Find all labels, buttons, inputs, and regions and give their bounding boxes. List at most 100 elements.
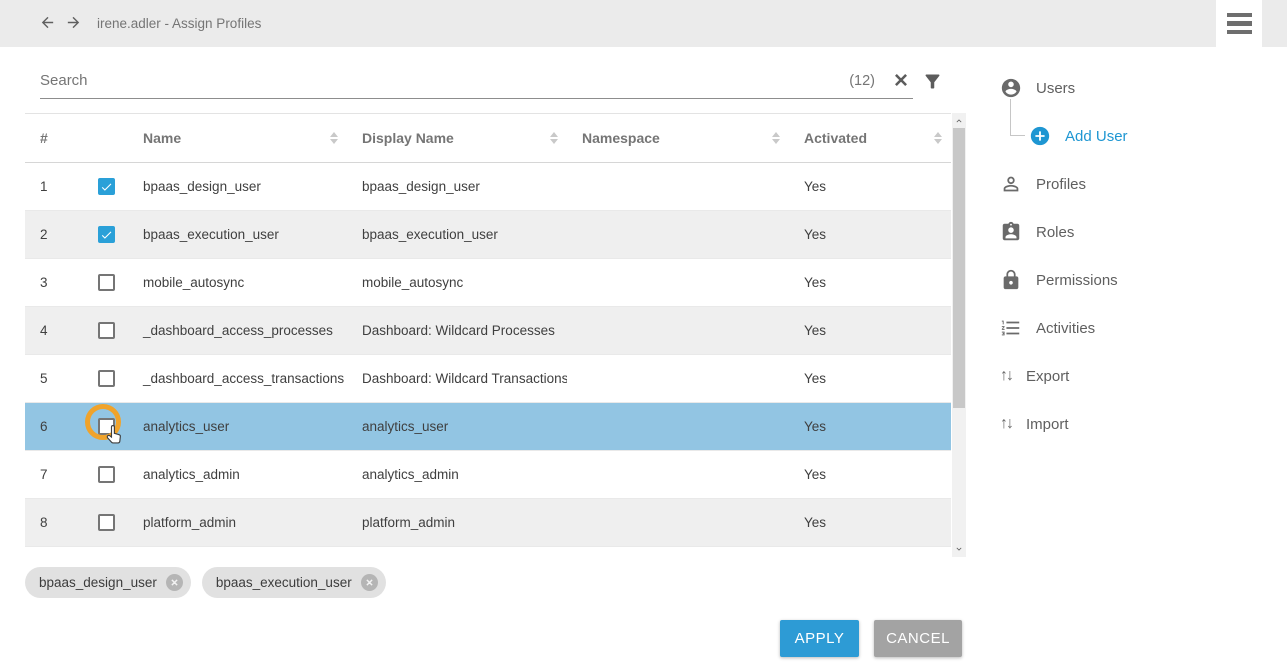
topbar: irene.adler - Assign Profiles [0, 0, 1287, 47]
selected-profile-chip: bpaas_design_user [25, 567, 191, 598]
hamburger-icon [1227, 13, 1252, 18]
cell-name: platform_admin [128, 515, 347, 530]
table-row[interactable]: 7analytics_adminanalytics_adminYes [25, 451, 951, 499]
sidebar-item-add-user[interactable]: Add User [1000, 112, 1270, 160]
table-row[interactable]: 3mobile_autosyncmobile_autosyncYes [25, 259, 951, 307]
cell-activated: Yes [789, 323, 951, 338]
table-row[interactable]: 6analytics_useranalytics_userYes [25, 403, 951, 451]
scroll-up-icon[interactable] [952, 114, 966, 128]
row-checkbox[interactable] [98, 274, 115, 291]
sidebar-item-label: Permissions [1036, 272, 1118, 289]
cell-display-name: mobile_autosync [347, 275, 567, 290]
checkbox-cell [83, 259, 128, 306]
cell-display-name: analytics_user [347, 419, 567, 434]
selected-profile-chips: bpaas_design_user bpaas_execution_user [25, 567, 386, 598]
row-number: 5 [25, 371, 83, 386]
row-checkbox[interactable] [98, 178, 115, 195]
close-icon [365, 578, 374, 587]
search-field: (12) [40, 63, 913, 99]
sidebar-item-label: Activities [1036, 320, 1095, 337]
sidebar-item-roles[interactable]: Roles [1000, 208, 1270, 256]
sort-icon[interactable] [330, 132, 338, 145]
table-row[interactable]: 2 bpaas_execution_userbpaas_execution_use… [25, 211, 951, 259]
cell-name: bpaas_execution_user [128, 227, 347, 242]
arrow-back-icon [39, 14, 56, 31]
sidebar-item-permissions[interactable]: Permissions [1000, 256, 1270, 304]
cell-activated: Yes [789, 419, 951, 434]
header-activated[interactable]: Activated [789, 114, 951, 162]
row-checkbox[interactable] [98, 226, 115, 243]
table-row[interactable]: 4_dashboard_access_processesDashboard: W… [25, 307, 951, 355]
clear-search-button[interactable] [889, 69, 913, 93]
sort-icon[interactable] [550, 132, 558, 145]
cell-display-name: analytics_admin [347, 467, 567, 482]
tree-connector-line [1010, 99, 1025, 136]
badge-icon [1000, 221, 1022, 243]
arrow-forward-icon [65, 14, 82, 31]
back-button[interactable] [36, 13, 58, 35]
menu-button[interactable] [1216, 0, 1262, 47]
row-checkbox[interactable] [98, 466, 115, 483]
cell-activated: Yes [789, 467, 951, 482]
forward-button[interactable] [62, 13, 84, 35]
check-icon [100, 228, 113, 242]
sort-icon[interactable] [772, 132, 780, 145]
row-number: 7 [25, 467, 83, 482]
apply-button[interactable]: APPLY [780, 620, 859, 657]
sidebar-item-label: Profiles [1036, 176, 1086, 193]
cell-name: _dashboard_access_processes [128, 323, 347, 338]
sidebar-item-label: Import [1026, 416, 1069, 433]
close-icon [170, 578, 179, 587]
check-icon [100, 180, 113, 194]
sidebar-item-export[interactable]: ↑↓ Export [1000, 352, 1270, 400]
scrollbar-thumb[interactable] [953, 128, 965, 408]
row-checkbox[interactable] [98, 322, 115, 339]
table-row[interactable]: 1bpaas_design_userbpaas_design_userYes [25, 163, 951, 211]
table-row[interactable]: 8platform_adminplatform_adminYes [25, 499, 951, 547]
sidebar-item-users[interactable]: Users [1000, 64, 1270, 112]
sidebar-item-activities[interactable]: Activities [1000, 304, 1270, 352]
header-display-name[interactable]: Display Name [347, 114, 567, 162]
row-checkbox[interactable] [98, 514, 115, 531]
row-number: 2 [25, 227, 83, 242]
close-icon [892, 71, 910, 89]
row-checkbox[interactable] [98, 418, 115, 435]
cell-display-name: bpaas_execution_user [347, 227, 567, 242]
row-number: 3 [25, 275, 83, 290]
sidebar-menu: Users Add User Profiles Roles Permissions Act… [1000, 64, 1270, 448]
cancel-button[interactable]: CANCEL [874, 620, 962, 657]
add-circle-icon [1029, 125, 1051, 147]
header-number[interactable]: # [25, 114, 83, 162]
row-number: 1 [25, 179, 83, 194]
cell-activated: Yes [789, 179, 951, 194]
filter-button[interactable] [919, 70, 945, 96]
sidebar-item-profiles[interactable]: Profiles [1000, 160, 1270, 208]
row-number: 8 [25, 515, 83, 530]
dialog-actions: APPLY CANCEL [780, 620, 962, 657]
header-namespace[interactable]: Namespace [567, 114, 789, 162]
table-row[interactable]: 5_dashboard_access_transactionsDashboard… [25, 355, 951, 403]
chip-label: bpaas_execution_user [216, 575, 352, 590]
row-checkbox[interactable] [98, 370, 115, 387]
header-name[interactable]: Name [128, 114, 347, 162]
header-checkbox-spacer [83, 114, 128, 162]
checkbox-cell [83, 163, 128, 210]
checkbox-cell [83, 403, 128, 450]
sidebar-item-label: Export [1026, 368, 1069, 385]
table-header: # Name Display Name Namespace Activated [25, 113, 951, 163]
filter-icon [922, 71, 943, 92]
cell-activated: Yes [789, 275, 951, 290]
sidebar-item-label: Users [1036, 80, 1075, 97]
sort-icon[interactable] [934, 132, 942, 145]
assign-profiles-panel: (12) # Name Display Name Nam [0, 47, 1287, 670]
sidebar-item-import[interactable]: ↑↓Import [1000, 400, 1270, 448]
selected-profile-chip: bpaas_execution_user [202, 567, 386, 598]
search-input[interactable] [40, 72, 849, 89]
cell-display-name: Dashboard: Wildcard Processes [347, 323, 567, 338]
remove-chip-button[interactable] [361, 574, 378, 591]
arrows-updown-icon: ↑↓ [1000, 368, 1012, 384]
user-circle-icon [1000, 77, 1022, 99]
table-scrollbar[interactable] [952, 113, 966, 557]
scroll-down-icon[interactable] [952, 542, 966, 556]
remove-chip-button[interactable] [166, 574, 183, 591]
